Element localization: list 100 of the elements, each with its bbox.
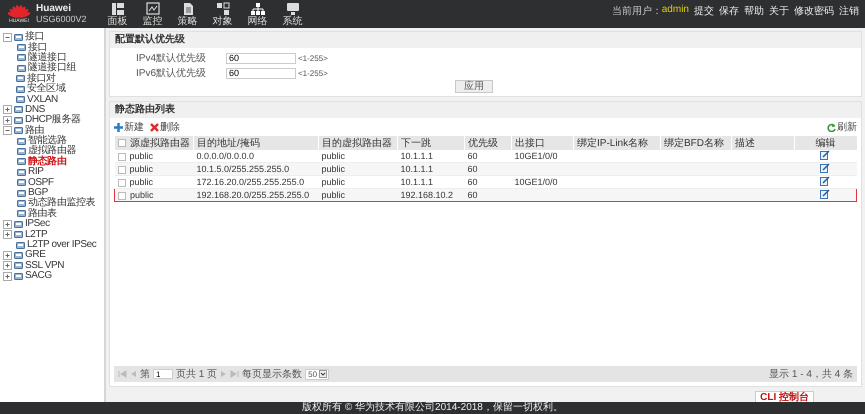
table-cell: 172.16.20.0/255.255.255.0 [196, 177, 304, 187]
table-cell: public [130, 151, 154, 161]
node-icon [17, 198, 26, 208]
input-field[interactable]: 60 [226, 52, 296, 64]
node-icon [17, 64, 26, 73]
node-icon [17, 43, 26, 52]
edit-icon[interactable] [820, 189, 830, 199]
collapse-toggle[interactable] [3, 126, 12, 136]
nav-tab[interactable]: 网络 [246, 2, 269, 26]
table-cell: 192.168.20.0/255.255.255.0 [196, 190, 310, 200]
delete-button[interactable]: 删除 [150, 120, 180, 134]
expand-toggle[interactable] [3, 261, 12, 270]
column-header: 下一跳 [401, 138, 431, 149]
nav-tab[interactable]: 系统 [281, 2, 304, 26]
squares-icon [216, 2, 230, 16]
node-icon [16, 74, 25, 84]
tree-item[interactable]: DHCP服务器 [25, 115, 81, 126]
tree-item[interactable]: 隧道接口组 [28, 63, 76, 74]
column-header: 绑定BFD名称 [664, 138, 724, 149]
per-page-select[interactable]: 50 [305, 368, 330, 380]
column-header: 出接口 [515, 138, 545, 149]
tree-item[interactable]: 安全区域 [27, 84, 66, 94]
per-page-label: 每页显示条数 [242, 368, 302, 381]
tree-item[interactable]: 路由表 [28, 208, 57, 219]
node-icon [14, 116, 23, 125]
node-icon [17, 157, 26, 166]
tree-item[interactable]: DNS [25, 104, 45, 115]
column-header: 目的地址/掩码 [197, 138, 260, 149]
tree-item[interactable]: 路由 [25, 126, 44, 136]
tree-item[interactable]: 静态路由 [28, 156, 66, 167]
brand-name: Huawei [36, 3, 72, 14]
nav-tab[interactable]: 面板 [106, 2, 129, 26]
cli-console-tab[interactable]: CLI 控制台 [755, 391, 814, 402]
table-cell: 10.1.1.1 [400, 151, 434, 161]
tree-item[interactable]: 虚拟路由器 [28, 146, 76, 156]
tree-item[interactable]: 动态路由监控表 [28, 198, 96, 208]
nav-tab[interactable]: 策略 [176, 2, 199, 26]
copyright-text: 版权所有 © 华为技术有限公司2014-2018，保留一切权利。 [0, 402, 865, 414]
node-icon [14, 220, 23, 229]
row-checkbox[interactable] [118, 152, 126, 161]
apply-button[interactable]: 应用 [455, 80, 493, 93]
edit-icon[interactable] [820, 176, 830, 186]
edit-icon[interactable] [820, 163, 830, 173]
row-checkbox[interactable] [118, 192, 126, 200]
expand-toggle[interactable] [3, 272, 12, 281]
column-header: 绑定IP-Link名称 [577, 138, 648, 149]
header-link[interactable]: 注销 [839, 4, 859, 18]
header-link[interactable]: 帮助 [744, 4, 764, 18]
node-icon [17, 136, 26, 146]
tree-item[interactable]: SSL VPN [25, 260, 64, 271]
tree-item[interactable]: L2TP over IPSec [27, 240, 96, 250]
node-icon [16, 84, 25, 94]
expand-toggle[interactable] [3, 230, 12, 240]
tree-item[interactable]: SACG [25, 271, 52, 282]
collapse-toggle[interactable] [3, 32, 12, 42]
expand-toggle[interactable] [3, 105, 12, 114]
new-button[interactable]: 新建 [114, 120, 144, 134]
node-icon [16, 240, 25, 250]
chart-icon [146, 2, 160, 16]
header-link[interactable]: 关于 [769, 4, 789, 18]
table-cell: public [130, 177, 154, 187]
header-link[interactable]: 保存 [719, 4, 739, 18]
tree-item[interactable]: 隧道接口 [28, 52, 66, 63]
nav-tab[interactable]: 对象 [211, 2, 234, 26]
node-icon [14, 126, 23, 136]
table-cell: 10GE1/0/0 [514, 177, 558, 187]
tree-item[interactable]: VXLAN [27, 94, 58, 105]
caret-icon [319, 370, 328, 378]
node-icon [17, 168, 26, 177]
table-cell: 10.1.1.1 [400, 164, 434, 174]
expand-toggle[interactable] [3, 116, 12, 125]
node-icon [16, 95, 25, 104]
column-header: 编辑 [816, 138, 836, 149]
node-icon [14, 261, 23, 270]
column-header: 源虚拟路由器 [130, 138, 190, 149]
edit-icon[interactable] [820, 150, 830, 160]
tree-item[interactable]: 接口 [25, 32, 44, 42]
expand-toggle[interactable] [3, 250, 12, 260]
tree-item[interactable]: L2TP [25, 230, 48, 240]
tree-item[interactable]: IPSec [25, 219, 50, 230]
row-checkbox[interactable] [118, 166, 126, 174]
row-checkbox[interactable] [118, 178, 126, 187]
select-all-checkbox[interactable] [118, 139, 126, 148]
node-icon [14, 32, 23, 42]
user-name: admin [662, 4, 689, 17]
tree-item[interactable]: 接口对 [27, 74, 56, 84]
header-link[interactable]: 提交 [694, 4, 714, 18]
table-cell: 10.1.1.1 [400, 177, 434, 187]
tree-item[interactable]: GRE [25, 250, 46, 260]
page-input[interactable]: 1 [153, 369, 173, 379]
header-link[interactable]: 修改密码 [794, 4, 834, 18]
input-field[interactable]: 60 [226, 68, 296, 78]
tree-item[interactable]: RIP [28, 167, 44, 178]
tree-item[interactable]: OSPF [28, 178, 54, 188]
expand-toggle[interactable] [3, 220, 12, 229]
nav-tab[interactable]: 监控 [141, 2, 164, 26]
refresh-button[interactable]: 刷新 [827, 120, 857, 134]
range-hint: <1-255> [298, 54, 328, 62]
tree-item[interactable]: 接口 [28, 42, 48, 53]
model-name: USG6000V2 [36, 14, 88, 25]
